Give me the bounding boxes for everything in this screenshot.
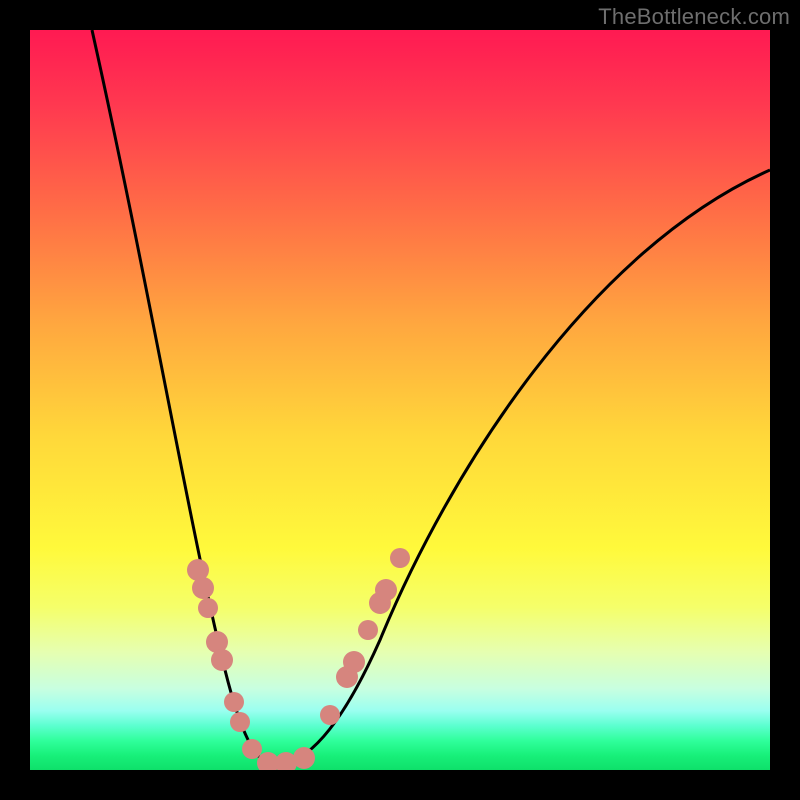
scatter-dot: [192, 577, 214, 599]
scatter-dot: [343, 651, 365, 673]
scatter-dot: [320, 705, 340, 725]
chart-area: [30, 30, 770, 770]
scatter-dot: [230, 712, 250, 732]
scatter-group: [187, 548, 410, 770]
scatter-dot: [198, 598, 218, 618]
bottleneck-curve: [92, 30, 770, 765]
scatter-dot: [293, 747, 315, 769]
chart-svg: [30, 30, 770, 770]
watermark-text: TheBottleneck.com: [598, 4, 790, 30]
scatter-dot: [375, 579, 397, 601]
scatter-dot: [358, 620, 378, 640]
scatter-dot: [242, 739, 262, 759]
scatter-dot: [211, 649, 233, 671]
scatter-dot: [390, 548, 410, 568]
scatter-dot: [224, 692, 244, 712]
